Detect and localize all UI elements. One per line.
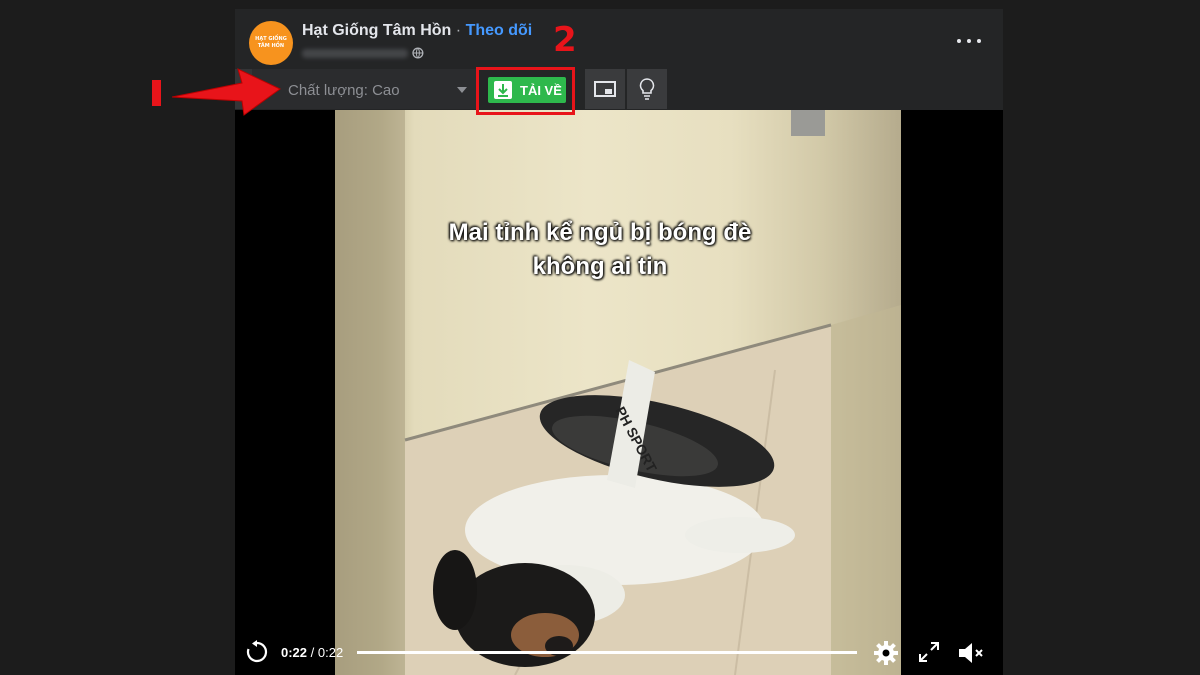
chevron-down-icon — [457, 87, 467, 93]
follow-link[interactable]: Theo dõi — [466, 22, 533, 39]
player-controls: 0:22 / 0:22 — [235, 630, 1003, 675]
video-player[interactable]: PH SPORT Mai tỉnh kể ngủ bị bóng đè khôn… — [235, 110, 1003, 675]
video-post: HẠT GIỐNG TÂM HỒN Hạt Giống Tâm Hồn · Th… — [235, 9, 1003, 675]
pip-icon — [594, 81, 616, 97]
globe-icon — [412, 47, 424, 59]
avatar-text-top: HẠT GIỐNG — [255, 36, 287, 42]
time-total: 0:22 — [317, 645, 344, 660]
caption-line-2: không ai tin — [532, 253, 668, 280]
video-frame: PH SPORT Mai tỉnh kể ngủ bị bóng đè khôn… — [335, 110, 901, 675]
annotation-highlight-box — [476, 67, 575, 115]
lightbulb-button[interactable] — [627, 69, 667, 109]
video-scene-puppy: PH SPORT — [335, 110, 901, 675]
post-header-title: Hạt Giống Tâm Hồn · Theo dõi — [302, 22, 532, 40]
annotation-number-1 — [152, 80, 161, 106]
post-timestamp[interactable] — [302, 46, 424, 60]
replay-icon[interactable] — [245, 640, 269, 664]
quality-label: Chất lượng: Cao — [288, 82, 400, 99]
annotation-number-2: 2 — [553, 20, 577, 60]
lightbulb-icon — [639, 78, 655, 100]
time-display: 0:22 / 0:22 — [281, 645, 343, 660]
settings-icon[interactable] — [873, 640, 899, 666]
mute-icon[interactable] — [957, 640, 985, 666]
caption-line-1: Mai tỉnh kể ngủ bị bóng đè — [448, 219, 752, 246]
progress-fill — [357, 651, 857, 654]
header-separator: · — [455, 22, 462, 39]
video-caption: Mai tỉnh kể ngủ bị bóng đè không ai tin — [335, 216, 865, 284]
progress-bar[interactable] — [357, 651, 857, 654]
video-download-toolbar: Chất lượng: Cao TẢI VỀ — [235, 69, 668, 109]
page-name-link[interactable]: Hạt Giống Tâm Hồn — [302, 22, 451, 39]
page-avatar[interactable]: HẠT GIỐNG TÂM HỒN — [249, 21, 293, 65]
time-separator: / — [307, 645, 318, 660]
time-current: 0:22 — [281, 645, 308, 660]
blurred-timestamp — [302, 48, 409, 58]
annotation-arrow-icon — [172, 68, 281, 116]
avatar-text-bottom: TÂM HỒN — [257, 43, 285, 49]
fullscreen-icon[interactable] — [918, 641, 940, 663]
pip-button[interactable] — [585, 69, 625, 109]
more-icon[interactable] — [957, 33, 981, 49]
